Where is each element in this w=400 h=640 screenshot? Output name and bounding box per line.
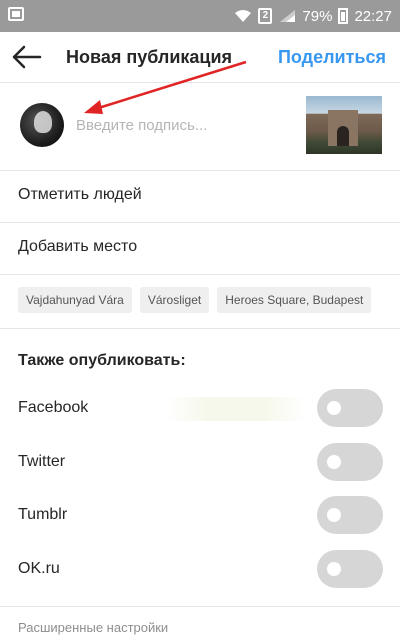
caption-section [0,82,400,171]
toggle-knob [327,401,341,415]
share-tumblr-row: Tumblr [0,491,400,541]
okru-toggle[interactable] [317,550,383,588]
location-chip[interactable]: Vajdahunyad Vára [18,287,132,313]
toggle-knob [327,562,341,576]
twitter-label: Twitter [18,453,66,470]
back-arrow-icon [12,45,42,69]
battery-percent: 79% [302,7,333,25]
location-suggestions: Vajdahunyad Vára Városliget Heroes Squar… [0,274,400,329]
okru-label: OK.ru [18,560,60,577]
tag-people-row[interactable]: Отметить людей [0,170,400,223]
back-button[interactable] [8,40,46,74]
share-okru-row: OK.ru [0,545,400,595]
avatar [20,103,64,147]
sim-icon: 2 [258,8,273,24]
add-location-label: Добавить место [18,238,138,255]
toggle-knob [327,455,341,469]
add-location-row[interactable]: Добавить место [0,222,400,275]
facebook-label: Facebook [18,399,89,416]
tag-people-label: Отметить людей [18,186,142,203]
caption-input[interactable] [76,112,286,138]
clock: 22:27 [354,7,392,25]
advanced-settings-link[interactable]: Расширенные настройки [18,620,168,635]
location-chip[interactable]: Városliget [139,287,210,313]
wifi-icon [235,10,252,22]
page-title: Новая публикация [66,47,233,67]
toggle-knob [327,508,341,522]
signal-icon [280,10,296,22]
battery-icon [338,8,349,24]
location-chip[interactable]: Heroes Square, Budapest [217,287,372,313]
post-thumbnail[interactable] [306,96,382,154]
gallery-notification-icon [8,7,24,21]
share-button[interactable]: Поделиться [278,47,386,68]
status-bar: 2 79% 22:27 [0,0,400,32]
top-bar: Новая публикация Поделиться [0,32,400,83]
twitter-toggle[interactable] [317,443,383,481]
divider [0,606,400,607]
tumblr-toggle[interactable] [317,496,383,534]
share-twitter-row: Twitter [0,438,400,488]
redacted-area [166,397,306,421]
also-post-heading: Также опубликовать: [18,352,186,369]
tumblr-label: Tumblr [18,506,68,523]
facebook-toggle[interactable] [317,389,383,427]
